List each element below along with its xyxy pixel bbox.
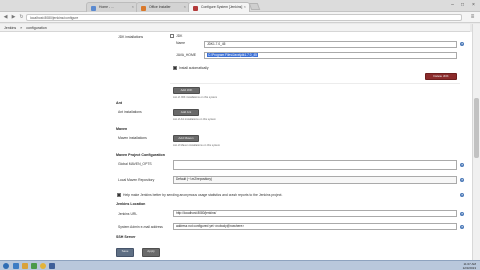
- folder-icon[interactable]: [22, 263, 28, 269]
- add-jdk-button[interactable]: Add JDK: [173, 87, 200, 94]
- admin-email-input[interactable]: address not configured yet <nobody@nowhe…: [173, 223, 457, 230]
- ant-list-note: List of Ant installations on this system: [173, 118, 216, 121]
- browser-tab-office[interactable]: Office Installer ×: [136, 2, 190, 12]
- tab-favicon-icon: [193, 6, 198, 11]
- media-icon[interactable]: [31, 263, 37, 269]
- taskbar-clock[interactable]: 11:07 AM 12/3/2013: [463, 262, 476, 270]
- maven-section-title: Maven: [116, 127, 128, 131]
- jdk-sub-label: JDK: [176, 34, 183, 38]
- tab-favicon-icon: [91, 6, 96, 11]
- help-icon[interactable]: ?: [460, 193, 464, 197]
- scrollbar-thumb[interactable]: [474, 98, 479, 158]
- breadcrumb-configuration[interactable]: configuration: [26, 26, 47, 30]
- delete-jdk-button[interactable]: Delete JDK: [425, 73, 457, 80]
- maven-opts-input[interactable]: [173, 160, 457, 170]
- configure-form: JDK installations JDK Name JDK1.7.0_45 ?…: [0, 32, 472, 260]
- jenkins-location-section-title: Jenkins Location: [116, 202, 146, 206]
- java-home-input[interactable]: C:\Program Files\Java\jdk1.7.0_45: [204, 52, 457, 59]
- usage-stats-checkbox[interactable]: [117, 193, 121, 197]
- page-scrollbar[interactable]: [472, 24, 480, 260]
- tab-label: Office Installer: [149, 5, 171, 9]
- browser-titlebar: Home - ... × Office Installer × Configur…: [0, 0, 480, 12]
- tab-label: Configure System [Jenkins]: [201, 5, 243, 9]
- help-icon[interactable]: ?: [460, 225, 464, 229]
- install-automatically-checkbox[interactable]: [173, 66, 177, 70]
- jdk-collapse-toggle[interactable]: [170, 34, 174, 38]
- maven-project-section-title: Maven Project Configuration: [116, 153, 165, 157]
- chrome-icon[interactable]: [40, 263, 46, 269]
- ant-installations-label: Ant installations: [118, 110, 142, 114]
- jenkins-url-input[interactable]: http://localhost:8080/jenkins/: [173, 210, 457, 217]
- save-button[interactable]: Save: [116, 248, 134, 257]
- clock-date: 12/3/2013: [462, 266, 476, 270]
- ie-icon[interactable]: [13, 263, 19, 269]
- tab-close-icon[interactable]: ×: [244, 4, 246, 9]
- new-tab-button[interactable]: [248, 3, 261, 10]
- browser-toolbar: ◀ ▶ ↻ localhost:8080/jenkins/configure ≡: [0, 12, 480, 23]
- help-icon[interactable]: ?: [460, 163, 464, 167]
- jdk-name-input[interactable]: JDK1.7.0_45: [204, 41, 457, 48]
- tab-label: Home - ...: [99, 5, 114, 9]
- reload-icon[interactable]: ↻: [18, 14, 25, 21]
- maven-list-note: List of Maven installations on this syst…: [173, 144, 220, 147]
- forward-icon[interactable]: ▶: [10, 14, 17, 21]
- start-icon[interactable]: [3, 263, 9, 269]
- add-ant-button[interactable]: Add Ant: [173, 109, 199, 116]
- maven-opts-label: Global MAVEN_OPTS: [118, 162, 152, 166]
- local-repo-select[interactable]: Default (~/.m2/repository): [173, 176, 457, 184]
- tab-close-icon[interactable]: ×: [184, 4, 186, 9]
- tab-favicon-icon: [141, 6, 146, 11]
- jdk-name-label: Name: [176, 41, 186, 45]
- address-bar-input[interactable]: localhost:8080/jenkins/configure: [26, 14, 462, 21]
- taskbar: 11:07 AM 12/3/2013: [0, 260, 480, 270]
- usage-stats-label: Help make Jenkins better by sending anon…: [123, 193, 283, 197]
- menu-icon[interactable]: ≡: [469, 14, 476, 21]
- jenkins-url-label: Jenkins URL: [118, 212, 138, 216]
- help-icon[interactable]: ?: [460, 212, 464, 216]
- browser-tab-home[interactable]: Home - ... ×: [86, 2, 138, 12]
- admin-email-label: System Admin e-mail address: [118, 225, 163, 229]
- java-home-label: JAVA_HOME: [176, 53, 197, 57]
- help-icon[interactable]: ?: [460, 178, 464, 182]
- breadcrumb: Jenkins » configuration: [0, 24, 470, 32]
- jdk-list-note: List of JDK installations on this system: [173, 96, 218, 99]
- maximize-icon[interactable]: □: [458, 1, 467, 9]
- browser-tab-jenkins[interactable]: Configure System [Jenkins] ×: [188, 2, 250, 12]
- install-automatically-label: Install automatically: [179, 66, 209, 70]
- close-window-icon[interactable]: ×: [469, 1, 478, 9]
- tab-close-icon[interactable]: ×: [132, 4, 134, 9]
- help-icon[interactable]: ?: [460, 42, 464, 46]
- app-icon[interactable]: [49, 263, 55, 269]
- breadcrumb-separator: »: [20, 26, 23, 30]
- jdk-installations-label: JDK installations: [118, 35, 144, 39]
- local-repo-label: Local Maven Repository: [118, 178, 155, 182]
- ant-section-title: Ant: [116, 101, 122, 105]
- breadcrumb-jenkins[interactable]: Jenkins: [4, 26, 16, 30]
- minimize-icon[interactable]: –: [448, 1, 457, 9]
- divider: [170, 83, 460, 84]
- ssh-server-section-title: SSH Server: [116, 235, 136, 239]
- local-repo-value: Default (~/.m2/repository): [176, 177, 213, 181]
- back-icon[interactable]: ◀: [2, 14, 9, 21]
- add-maven-button[interactable]: Add Maven: [173, 135, 199, 142]
- maven-installations-label: Maven installations: [118, 136, 147, 140]
- java-home-value: C:\Program Files\Java\jdk1.7.0_45: [207, 53, 258, 57]
- apply-button[interactable]: Apply: [142, 248, 160, 257]
